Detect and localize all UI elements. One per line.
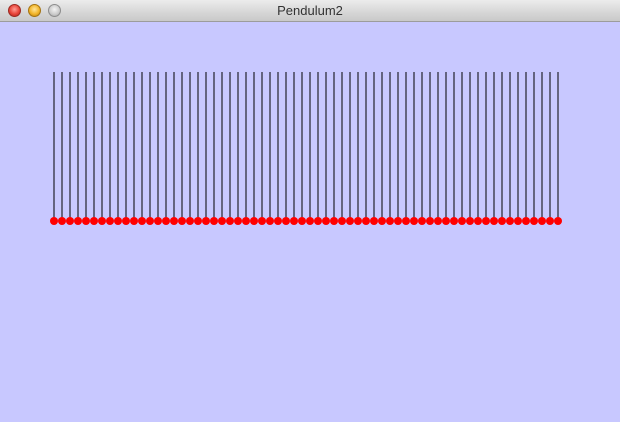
- pendulum-bob: [378, 217, 386, 225]
- pendulum-drawing: [50, 72, 562, 225]
- pendulum-bob: [114, 217, 122, 225]
- pendulum-bob: [250, 217, 258, 225]
- pendulum-bob: [546, 217, 554, 225]
- pendulum-bob: [82, 217, 90, 225]
- pendulum-bob: [170, 217, 178, 225]
- pendulum-bob: [554, 217, 562, 225]
- pendulum-bob: [434, 217, 442, 225]
- pendulum-bob: [450, 217, 458, 225]
- pendulum-bob: [458, 217, 466, 225]
- simulation-canvas: [0, 22, 620, 422]
- pendulum-bob: [66, 217, 74, 225]
- pendulum-bob: [338, 217, 346, 225]
- pendulum-bob: [466, 217, 474, 225]
- pendulum-bob: [522, 217, 530, 225]
- pendulum-bob: [282, 217, 290, 225]
- pendulum-bob: [258, 217, 266, 225]
- title-bar[interactable]: Pendulum2: [0, 0, 620, 22]
- window-title: Pendulum2: [277, 3, 343, 18]
- pendulum-bob: [290, 217, 298, 225]
- pendulum-bob: [314, 217, 322, 225]
- pendulum-bob: [394, 217, 402, 225]
- pendulum-bob: [50, 217, 58, 225]
- pendulum-bob: [482, 217, 490, 225]
- pendulum-bob: [98, 217, 106, 225]
- pendulum-bob: [322, 217, 330, 225]
- pendulum-bob: [298, 217, 306, 225]
- pendulum-bob: [58, 217, 66, 225]
- pendulum-bob: [514, 217, 522, 225]
- pendulum-bob: [226, 217, 234, 225]
- pendulum-bob: [162, 217, 170, 225]
- pendulum-bob: [506, 217, 514, 225]
- pendulum-bob: [194, 217, 202, 225]
- pendulum-bob: [202, 217, 210, 225]
- pendulum-bob: [346, 217, 354, 225]
- pendulum-bob: [242, 217, 250, 225]
- pendulum-bob: [410, 217, 418, 225]
- pendulum-bob: [330, 217, 338, 225]
- pendulum-bob: [370, 217, 378, 225]
- pendulum-bob: [90, 217, 98, 225]
- app-window: Pendulum2: [0, 0, 620, 422]
- pendulum-bob: [122, 217, 130, 225]
- pendulum-bob: [186, 217, 194, 225]
- pendulum-bob: [74, 217, 82, 225]
- pendulum-bob: [266, 217, 274, 225]
- pendulum-bob: [306, 217, 314, 225]
- pendulum-bob: [178, 217, 186, 225]
- pendulum-bob: [538, 217, 546, 225]
- pendulum-bob: [274, 217, 282, 225]
- pendulum-bob: [130, 217, 138, 225]
- pendulum-bob: [474, 217, 482, 225]
- pendulum-bob: [402, 217, 410, 225]
- pendulum-bob: [354, 217, 362, 225]
- pendulum-bob: [210, 217, 218, 225]
- pendulum-bob: [426, 217, 434, 225]
- pendulum-bob: [362, 217, 370, 225]
- pendulum-bob: [418, 217, 426, 225]
- pendulum-bob: [218, 217, 226, 225]
- pendulum-bob: [234, 217, 242, 225]
- pendulum-bob: [386, 217, 394, 225]
- pendulum-bob: [530, 217, 538, 225]
- pendulum-bob: [154, 217, 162, 225]
- pendulum-bob: [490, 217, 498, 225]
- pendulum-bob: [106, 217, 114, 225]
- pendulum-bob: [146, 217, 154, 225]
- pendulum-bob: [442, 217, 450, 225]
- pendulum-bob: [498, 217, 506, 225]
- pendulum-bob: [138, 217, 146, 225]
